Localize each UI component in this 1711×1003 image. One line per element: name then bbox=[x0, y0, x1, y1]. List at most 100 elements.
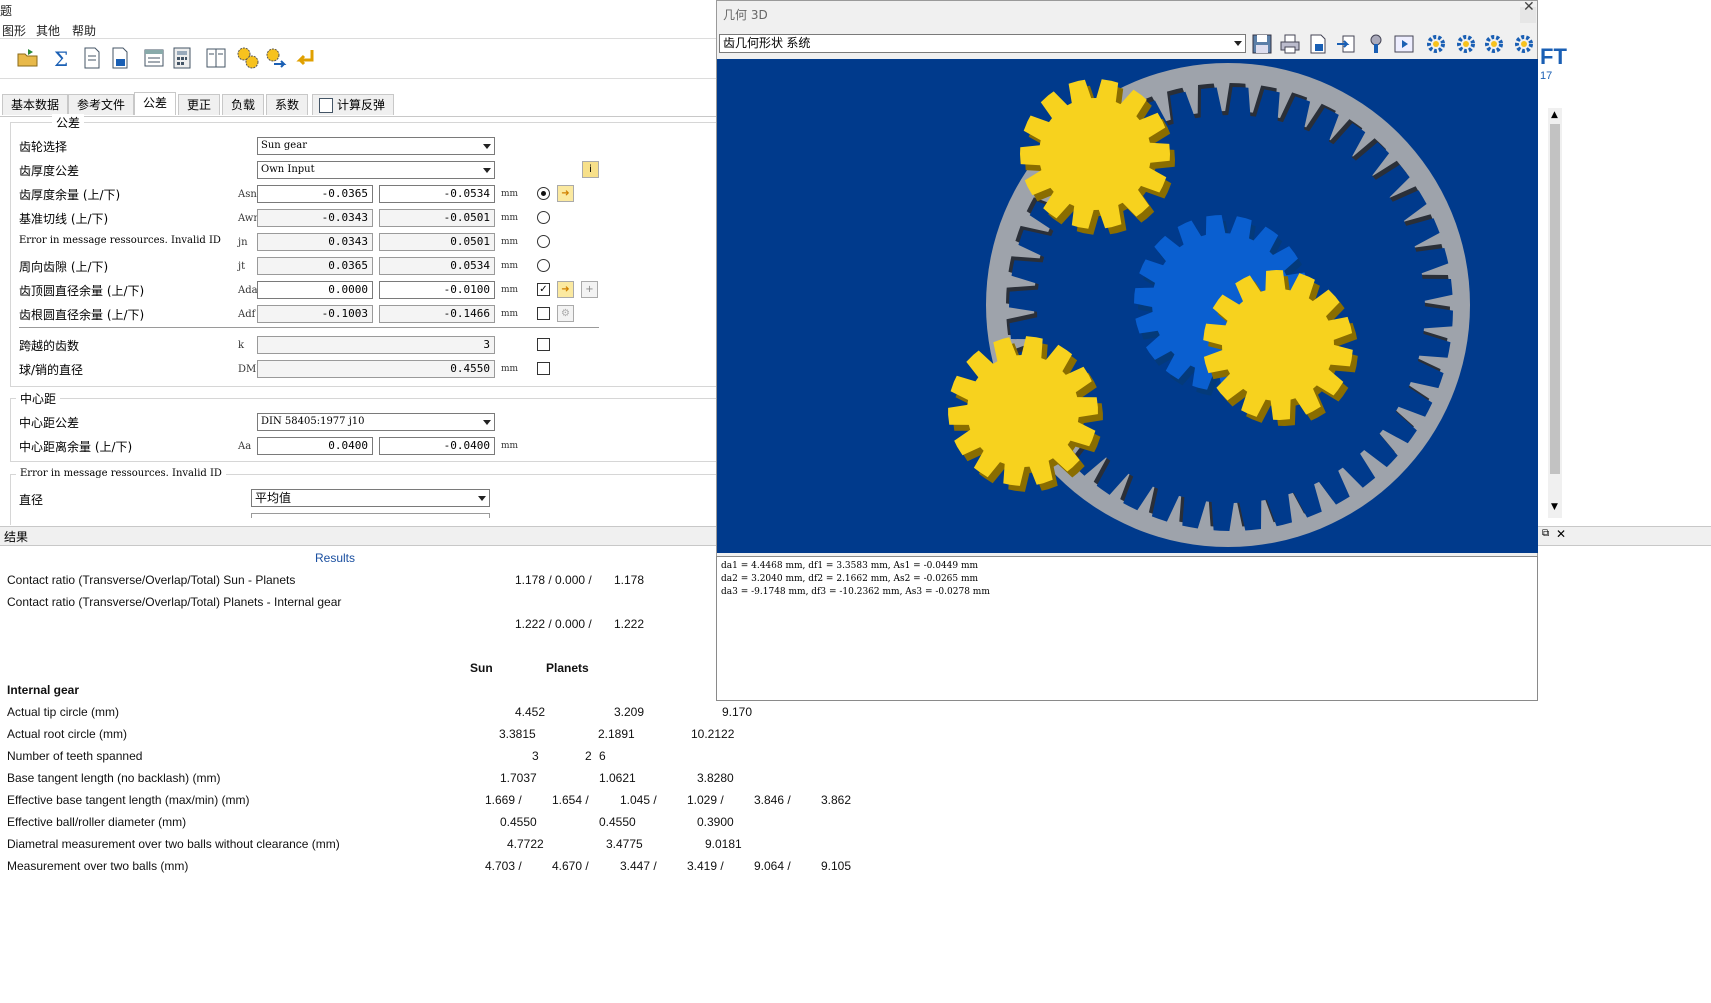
teeth-spanned-input[interactable]: 3 bbox=[257, 336, 495, 354]
center-dev-lower-input[interactable]: -0.0400 bbox=[379, 437, 495, 455]
unit-label: mm bbox=[501, 213, 519, 223]
gear-3d-viewport[interactable] bbox=[717, 59, 1538, 553]
thickness-tol-dropdown[interactable]: Own Input bbox=[257, 161, 495, 179]
tol-row-checkbox[interactable] bbox=[537, 307, 550, 320]
open-folder-icon[interactable] bbox=[16, 46, 40, 70]
tab-basic-data[interactable]: 基本数据 bbox=[2, 94, 69, 115]
tol-row-lower-input[interactable]: -0.1466 bbox=[379, 305, 495, 323]
tol-row-lower-input[interactable]: 0.0501 bbox=[379, 233, 495, 251]
vertical-scrollbar[interactable]: ▲ ▼ bbox=[1548, 108, 1562, 518]
result-value: 10.2122 bbox=[691, 727, 735, 741]
error-group-title: Error in message ressources. Invalid ID bbox=[16, 468, 226, 479]
tol-row-radio[interactable] bbox=[537, 259, 550, 272]
result-value: 3.4775 bbox=[606, 837, 643, 851]
unit-label: mm bbox=[501, 237, 519, 247]
window-title-fragment: 题 bbox=[0, 4, 13, 18]
tab-calc-rating[interactable]: 计算反弹 bbox=[312, 94, 395, 115]
gear-settings-icon-1[interactable] bbox=[1425, 33, 1447, 55]
result-value: 1.669 / bbox=[485, 793, 522, 807]
tab-factors[interactable]: 系数 bbox=[266, 94, 309, 115]
teeth-spanned-checkbox[interactable] bbox=[537, 338, 550, 351]
tol-row-symbol: jn bbox=[238, 237, 248, 248]
save-icon[interactable] bbox=[1251, 33, 1273, 55]
gear-settings-icon-3[interactable] bbox=[1483, 33, 1505, 55]
sum-icon[interactable]: Σ bbox=[50, 46, 74, 71]
tol-row-lower-input[interactable]: -0.0100 bbox=[379, 281, 495, 299]
document-icon[interactable] bbox=[80, 46, 104, 70]
gear-settings-icon-2[interactable] bbox=[1455, 33, 1477, 55]
ball-dia-input[interactable]: 0.4550 bbox=[257, 360, 495, 378]
close-icon[interactable]: ✕ bbox=[1556, 527, 1566, 541]
report-icon[interactable] bbox=[108, 46, 132, 70]
gear-select-dropdown[interactable]: Sun gear bbox=[257, 137, 495, 155]
tab-load[interactable]: 负载 bbox=[222, 94, 265, 115]
result-value: 2.1891 bbox=[598, 727, 635, 741]
import-icon[interactable] bbox=[1335, 33, 1357, 55]
tol-row-lower-input[interactable]: -0.0534 bbox=[379, 185, 495, 203]
result-value: 1.045 / bbox=[620, 793, 657, 807]
arrow-right-icon[interactable]: ➜ bbox=[557, 185, 574, 202]
tool-icon[interactable] bbox=[1365, 33, 1387, 55]
center-dev-upper-input[interactable]: 0.0400 bbox=[257, 437, 373, 455]
tab-tolerances[interactable]: 公差 bbox=[134, 92, 177, 115]
tol-row-radio[interactable] bbox=[537, 235, 550, 248]
scroll-up-icon[interactable]: ▲ bbox=[1551, 110, 1558, 120]
gear-settings-icon-4[interactable] bbox=[1513, 33, 1535, 55]
result-value: 4.452 bbox=[515, 705, 546, 719]
tol-row-checkbox[interactable]: ✓ bbox=[537, 283, 550, 296]
view-select-dropdown[interactable]: 齿几何形状 系统 bbox=[719, 34, 1246, 53]
arrow-right-icon[interactable]: ➜ bbox=[557, 281, 574, 298]
tol-row-lower-input[interactable]: 0.0534 bbox=[379, 257, 495, 275]
tol-row-symbol: Ada bbox=[238, 285, 258, 296]
unit-label: mm bbox=[501, 309, 519, 319]
restore-icon[interactable]: ⧉ bbox=[1542, 528, 1549, 539]
results-panel-title: 结果 bbox=[4, 530, 29, 544]
plus-icon[interactable]: + bbox=[581, 281, 598, 298]
gears-yellow-icon[interactable] bbox=[236, 46, 260, 70]
tol-row-upper-input[interactable]: 0.0000 bbox=[257, 281, 373, 299]
output-line: da3 = -9.1748 mm, df3 = -10.2362 mm, As3… bbox=[721, 587, 990, 597]
tol-row-radio[interactable] bbox=[537, 187, 550, 200]
ball-dia-checkbox[interactable] bbox=[537, 362, 550, 375]
brand-sub: 17 bbox=[1540, 70, 1553, 82]
print-preview-icon[interactable] bbox=[142, 46, 166, 70]
result-value: 9.064 / bbox=[754, 859, 791, 873]
info-icon[interactable]: i bbox=[582, 161, 599, 178]
tab-reference-profile[interactable]: 参考文件 bbox=[68, 94, 135, 115]
tol-row-symbol: Asn bbox=[238, 189, 257, 200]
gear-select-label: 齿轮选择 bbox=[19, 140, 68, 154]
export-icon[interactable] bbox=[1307, 33, 1329, 55]
gears-arrow-icon[interactable] bbox=[264, 46, 288, 70]
scroll-thumb[interactable] bbox=[1550, 124, 1560, 474]
result-row-label: Base tangent length (no backlash) (mm) bbox=[7, 771, 221, 785]
columns-icon[interactable] bbox=[204, 46, 228, 70]
result-row-label: Actual tip circle (mm) bbox=[7, 705, 120, 719]
result-value: 9.105 bbox=[821, 859, 852, 873]
center-tol-dropdown[interactable]: DIN 58405:1977 j10 bbox=[257, 413, 495, 431]
col-header-planets: Planets bbox=[546, 661, 589, 675]
arrow-return-icon[interactable] bbox=[294, 46, 318, 70]
play-icon[interactable] bbox=[1393, 33, 1415, 55]
menu-item-graphics[interactable]: 图形 bbox=[2, 22, 26, 39]
tol-row-upper-input[interactable]: 0.0365 bbox=[257, 257, 373, 275]
gear-icon[interactable]: ⚙ bbox=[557, 305, 574, 322]
tab-modifications[interactable]: 更正 bbox=[178, 94, 221, 115]
tol-row-upper-input[interactable]: -0.0365 bbox=[257, 185, 373, 203]
contact-ratio-1-label: Contact ratio (Transverse/Overlap/Total)… bbox=[7, 573, 296, 587]
diameter-dropdown[interactable]: 平均值 bbox=[251, 489, 490, 507]
divider bbox=[19, 327, 599, 328]
close-icon[interactable]: ✕ bbox=[1523, 0, 1535, 15]
tol-row-upper-input[interactable]: -0.1003 bbox=[257, 305, 373, 323]
tol-row-upper-input[interactable]: 0.0343 bbox=[257, 233, 373, 251]
menu-item-other[interactable]: 其他 bbox=[36, 22, 60, 39]
scroll-down-icon[interactable]: ▼ bbox=[1551, 502, 1558, 512]
tol-row-lower-input[interactable]: -0.0501 bbox=[379, 209, 495, 227]
calculator-icon[interactable] bbox=[170, 46, 194, 70]
tol-row-upper-input[interactable]: -0.0343 bbox=[257, 209, 373, 227]
tol-row-radio[interactable] bbox=[537, 211, 550, 224]
contact-ratio-2-label: Contact ratio (Transverse/Overlap/Total)… bbox=[7, 595, 342, 609]
print-icon[interactable] bbox=[1279, 33, 1301, 55]
result-row-label: Diametral measurement over two balls wit… bbox=[7, 837, 340, 851]
results-header-right: ⧉ ✕ bbox=[1538, 526, 1711, 546]
menu-item-help[interactable]: 帮助 bbox=[72, 22, 96, 39]
